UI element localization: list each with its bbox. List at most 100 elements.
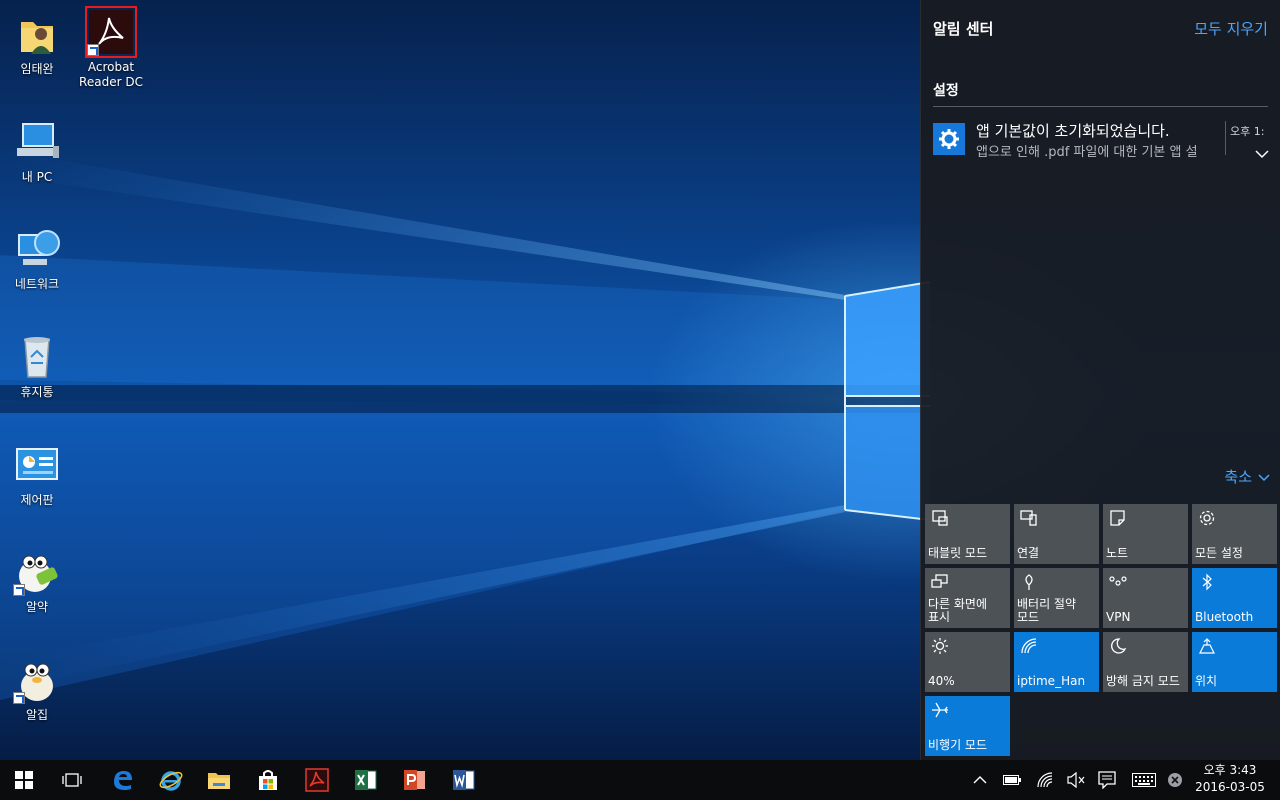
- connect-icon: [1020, 510, 1037, 526]
- desktop-icon-this-pc[interactable]: 내 PC: [0, 118, 74, 185]
- user-folder-icon: [13, 10, 61, 58]
- control-panel-icon: [13, 441, 61, 489]
- wifi-icon: [1021, 638, 1037, 654]
- tile-wifi[interactable]: iptime_Han: [1014, 632, 1099, 692]
- alzip-icon: [13, 656, 61, 704]
- network-icon: [13, 225, 61, 273]
- notification-separator: [1225, 121, 1226, 155]
- volume-muted-icon: [1067, 772, 1085, 788]
- powerpoint-icon: [404, 770, 425, 790]
- store-icon: [259, 770, 277, 790]
- desktop-icon-label: 네트워크: [14, 277, 60, 291]
- tile-label: 다른 화면에 표시: [928, 597, 988, 624]
- clear-all-button[interactable]: 모두 지우기: [1194, 18, 1268, 39]
- tile-label: 비행기 모드: [928, 738, 988, 752]
- tile-location[interactable]: 위치: [1192, 632, 1277, 692]
- tile-airplane-mode[interactable]: 비행기 모드: [925, 696, 1010, 756]
- acrobat-icon: [85, 6, 137, 58]
- group-divider: [933, 106, 1268, 107]
- desktop-icon-label: 휴지통: [20, 385, 54, 399]
- desktop-icon-alzip[interactable]: 알집: [0, 656, 74, 723]
- project-icon: [931, 574, 948, 588]
- tile-brightness[interactable]: 40%: [925, 632, 1010, 692]
- taskbar-internet-explorer[interactable]: [147, 760, 195, 800]
- volume-control[interactable]: [1066, 770, 1086, 790]
- task-view-button[interactable]: [48, 760, 96, 800]
- tile-label: 방해 금지 모드: [1106, 674, 1180, 688]
- action-center-panel: 알림 센터 모두 지우기 설정 앱 기본값이 초기화되었습니다. 앱으로 인해 …: [920, 0, 1280, 760]
- taskbar: 오후 3:43 2016-03-05: [0, 760, 1280, 800]
- tile-note[interactable]: 노트: [1103, 504, 1188, 564]
- tile-connect[interactable]: 연결: [1014, 504, 1099, 564]
- close-circle-icon: [1168, 773, 1182, 787]
- collapse-label: 축소: [1224, 468, 1252, 486]
- tile-vpn[interactable]: VPN: [1103, 568, 1188, 628]
- taskbar-store[interactable]: [244, 760, 292, 800]
- battery-status[interactable]: [1002, 770, 1022, 790]
- taskbar-clock[interactable]: 오후 3:43 2016-03-05: [1190, 762, 1270, 796]
- notification-item[interactable]: 앱 기본값이 초기화되었습니다. 앱으로 인해 .pdf 파일에 대한 기본 앱…: [933, 118, 1269, 166]
- desktop-icon-network[interactable]: 네트워크: [0, 225, 74, 292]
- action-center-button[interactable]: [1097, 770, 1117, 790]
- network-status[interactable]: [1036, 770, 1056, 790]
- tile-bluetooth[interactable]: Bluetooth: [1192, 568, 1277, 628]
- word-icon: [453, 770, 475, 790]
- battery-saver-icon: [1025, 574, 1033, 590]
- tray-app-status[interactable]: [1165, 770, 1185, 790]
- collapse-button[interactable]: 축소: [1224, 466, 1270, 487]
- chevron-down-icon[interactable]: [1255, 146, 1269, 160]
- computer-icon: [13, 118, 61, 166]
- tile-label: 노트: [1106, 546, 1129, 560]
- tablet-mode-icon: [932, 510, 948, 526]
- taskbar-file-explorer[interactable]: [195, 760, 243, 800]
- brightness-icon: [932, 638, 948, 654]
- taskbar-acrobat[interactable]: [293, 760, 341, 800]
- clock-date: 2016-03-05: [1195, 780, 1265, 794]
- desktop-icon-user-folder[interactable]: 임태완: [0, 10, 74, 77]
- excel-icon: [355, 770, 377, 790]
- shortcut-arrow-icon: [13, 584, 25, 596]
- chevron-down-icon: [1258, 473, 1270, 481]
- wifi-icon: [1037, 772, 1053, 788]
- show-hidden-icons-button[interactable]: [970, 770, 990, 790]
- gear-icon: [933, 123, 965, 155]
- tile-project[interactable]: 다른 화면에 표시: [925, 568, 1010, 628]
- note-icon: [1110, 510, 1125, 526]
- taskbar-edge[interactable]: [98, 760, 146, 800]
- desktop-icon-acrobat[interactable]: Acrobat Reader DC: [74, 6, 148, 90]
- desktop-icon-label: 임태완: [20, 62, 54, 76]
- touch-keyboard-button[interactable]: [1132, 770, 1156, 790]
- desktop-icon-alyac[interactable]: 알약: [0, 548, 74, 615]
- chevron-up-icon: [973, 776, 987, 784]
- notification-body: 앱으로 인해 .pdf 파일에 대한 기본 앱 설: [976, 145, 1198, 160]
- tile-quiet-hours[interactable]: 방해 금지 모드: [1103, 632, 1188, 692]
- bluetooth-icon: [1202, 573, 1212, 591]
- desktop-icon-recycle-bin[interactable]: 휴지통: [0, 333, 74, 400]
- shortcut-arrow-icon: [87, 44, 99, 56]
- desktop-icon-label: 내 PC: [21, 170, 53, 184]
- alyac-icon: [13, 548, 61, 596]
- tile-battery-saver[interactable]: 배터리 절약 모드: [1014, 568, 1099, 628]
- shortcut-arrow-icon: [13, 692, 25, 704]
- notification-title: 앱 기본값이 초기화되었습니다.: [976, 122, 1170, 140]
- tile-label: 연결: [1017, 546, 1040, 560]
- desktop-icon-label: 제어판: [20, 493, 54, 507]
- quiet-hours-icon: [1111, 638, 1127, 654]
- taskbar-excel[interactable]: [342, 760, 390, 800]
- desktop-icon-label: Acrobat Reader DC: [79, 60, 143, 89]
- vpn-icon: [1109, 576, 1127, 586]
- action-center-title: 알림 센터: [933, 20, 994, 38]
- internet-explorer-icon: [159, 771, 183, 791]
- taskbar-powerpoint[interactable]: [391, 760, 439, 800]
- tile-label: 태블릿 모드: [928, 546, 988, 560]
- taskbar-word[interactable]: [440, 760, 488, 800]
- keyboard-icon: [1132, 773, 1156, 787]
- start-button[interactable]: [0, 760, 48, 800]
- notification-time: 오후 1:: [1230, 125, 1265, 138]
- tile-all-settings[interactable]: 모든 설정: [1192, 504, 1277, 564]
- clock-time: 오후 3:43: [1203, 763, 1257, 777]
- tile-tablet-mode[interactable]: 태블릿 모드: [925, 504, 1010, 564]
- airplane-icon: [932, 702, 948, 718]
- desktop-icon-control-panel[interactable]: 제어판: [0, 441, 74, 508]
- acrobat-icon: [305, 768, 329, 792]
